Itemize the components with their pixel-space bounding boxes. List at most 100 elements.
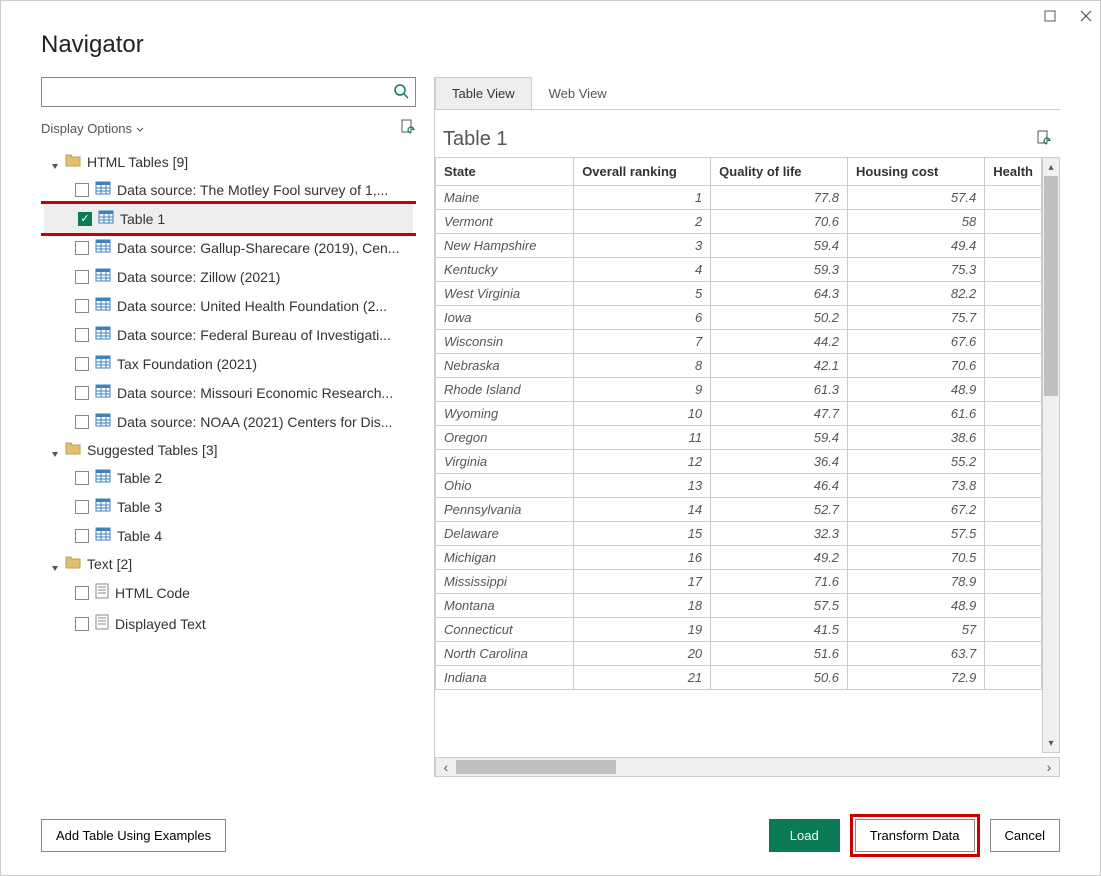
tree-item[interactable]: HTML Code [41,577,416,608]
table-row[interactable]: North Carolina2051.663.7 [436,642,1042,666]
tree-item[interactable]: Data source: The Motley Fool survey of 1… [41,175,416,204]
transform-data-button[interactable]: Transform Data [855,819,975,852]
table-row[interactable]: Mississippi1771.678.9 [436,570,1042,594]
table-row[interactable]: Oregon1159.438.6 [436,426,1042,450]
tree-item-label: Table 4 [117,528,416,544]
table-row[interactable]: Iowa650.275.7 [436,306,1042,330]
tree-item[interactable]: Table 2 [41,463,416,492]
horizontal-scrollbar[interactable]: ‹ › [435,757,1060,777]
tab-table-view[interactable]: Table View [435,77,532,109]
checkbox[interactable] [75,328,89,342]
checkbox[interactable] [75,500,89,514]
table-cell: 57.5 [848,522,985,546]
table-row[interactable]: Michigan1649.270.5 [436,546,1042,570]
scroll-up-icon[interactable]: ▴ [1043,158,1059,176]
table-cell: 61.3 [711,378,848,402]
cancel-button[interactable]: Cancel [990,819,1060,852]
checkbox[interactable] [75,299,89,313]
table-row[interactable]: West Virginia564.382.2 [436,282,1042,306]
table-cell: 41.5 [711,618,848,642]
table-icon [95,413,111,430]
close-icon[interactable] [1080,9,1092,25]
column-header[interactable]: Overall ranking [574,158,711,186]
column-header[interactable]: State [436,158,574,186]
checkbox[interactable] [75,183,89,197]
scroll-down-icon[interactable]: ▾ [1043,734,1059,752]
add-table-examples-button[interactable]: Add Table Using Examples [41,819,226,852]
checkbox[interactable] [75,617,89,631]
table-row[interactable]: Connecticut1941.557 [436,618,1042,642]
column-header[interactable]: Health [985,158,1042,186]
tree-item-label: Table 3 [117,499,416,515]
tree-item[interactable]: Displayed Text [41,608,416,639]
checkbox[interactable] [75,241,89,255]
table-cell: Vermont [436,210,574,234]
table-row[interactable]: Nebraska842.170.6 [436,354,1042,378]
checkbox[interactable] [75,357,89,371]
table-cell: Michigan [436,546,574,570]
folder-icon [65,555,81,572]
tree-item[interactable]: Data source: United Health Foundation (2… [41,291,416,320]
table-row[interactable]: Ohio1346.473.8 [436,474,1042,498]
scroll-right-icon[interactable]: › [1039,758,1059,776]
checkbox[interactable] [75,586,89,600]
table-row[interactable]: Kentucky459.375.3 [436,258,1042,282]
checkbox[interactable] [75,270,89,284]
checkbox[interactable] [75,529,89,543]
table-cell: 71.6 [711,570,848,594]
column-header[interactable]: Housing cost [848,158,985,186]
table-row[interactable]: Pennsylvania1452.767.2 [436,498,1042,522]
preview-refresh-icon[interactable] [1036,130,1052,149]
tree-item[interactable]: Table 4 [41,521,416,550]
table-row[interactable]: Wyoming1047.761.6 [436,402,1042,426]
tab-web-view[interactable]: Web View [532,77,624,109]
tree-item[interactable]: Table 3 [41,492,416,521]
tree-group-header[interactable]: Text [2] [41,550,416,577]
table-row[interactable]: Maine177.857.4 [436,186,1042,210]
tree-group-header[interactable]: HTML Tables [9] [41,148,416,175]
hscroll-thumb[interactable] [456,760,616,774]
checkbox[interactable] [75,471,89,485]
refresh-icon[interactable] [400,119,416,138]
table-row[interactable]: Delaware1532.357.5 [436,522,1042,546]
table-cell [985,354,1042,378]
table-row[interactable]: Vermont270.658 [436,210,1042,234]
table-cell [985,258,1042,282]
vscroll-thumb[interactable] [1044,176,1058,396]
load-button[interactable]: Load [769,819,840,852]
search-input-container[interactable] [41,77,416,107]
maximize-icon[interactable] [1044,9,1056,25]
vertical-scrollbar[interactable]: ▴ ▾ [1042,157,1060,753]
display-options-dropdown[interactable]: Display Options [41,121,144,136]
table-cell: 59.3 [711,258,848,282]
tree-item[interactable]: Tax Foundation (2021) [41,349,416,378]
tree-item[interactable]: Data source: Zillow (2021) [41,262,416,291]
table-row[interactable]: Wisconsin744.267.6 [436,330,1042,354]
table-cell: 4 [574,258,711,282]
checkbox[interactable] [75,415,89,429]
tree-item[interactable]: Data source: Missouri Economic Research.… [41,378,416,407]
table-row[interactable]: Virginia1236.455.2 [436,450,1042,474]
scroll-left-icon[interactable]: ‹ [436,758,456,776]
table-cell: 61.6 [848,402,985,426]
tree-item[interactable]: ✓Table 1 [44,204,413,233]
search-input[interactable] [48,85,393,100]
table-cell: 1 [574,186,711,210]
checkbox[interactable] [75,386,89,400]
tree-item[interactable]: Data source: Federal Bureau of Investiga… [41,320,416,349]
column-header[interactable]: Quality of life [711,158,848,186]
table-row[interactable]: New Hampshire359.449.4 [436,234,1042,258]
table-cell: 59.4 [711,426,848,450]
table-cell: 50.2 [711,306,848,330]
tree-item[interactable]: Data source: NOAA (2021) Centers for Dis… [41,407,416,436]
tree-item[interactable]: Data source: Gallup-Sharecare (2019), Ce… [41,233,416,262]
table-row[interactable]: Indiana2150.672.9 [436,666,1042,690]
tree-group-header[interactable]: Suggested Tables [3] [41,436,416,463]
table-row[interactable]: Montana1857.548.9 [436,594,1042,618]
table-row[interactable]: Rhode Island961.348.9 [436,378,1042,402]
tree-group-label: Suggested Tables [3] [87,442,218,458]
table-cell: 36.4 [711,450,848,474]
checkbox-checked[interactable]: ✓ [78,212,92,226]
table-cell: 9 [574,378,711,402]
search-icon[interactable] [393,83,409,102]
